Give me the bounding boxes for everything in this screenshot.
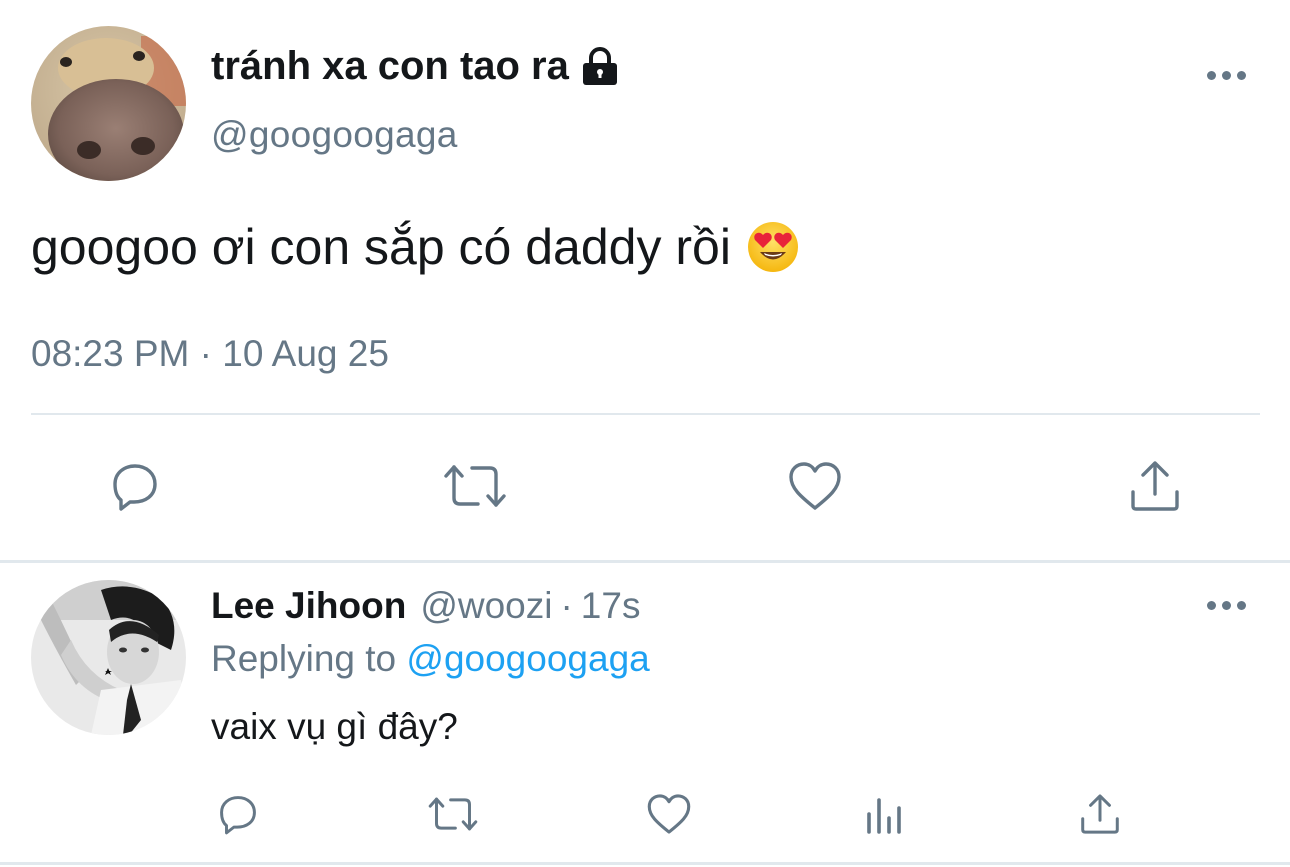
analytics-button[interactable] <box>862 795 908 839</box>
tweet-text: googoo ơi con sắp có daddy rồi <box>31 219 731 275</box>
reply-author-handle[interactable]: @woozi <box>420 585 552 627</box>
like-button[interactable] <box>644 793 694 839</box>
replying-to-link[interactable]: @googoogaga <box>406 638 649 679</box>
author-display-name[interactable]: tránh xa con tao ra <box>211 44 621 89</box>
reply-header: Lee Jihoon @woozi · 17s <box>211 585 640 627</box>
reply-time[interactable]: 17s <box>581 585 641 627</box>
reply-button[interactable] <box>214 793 262 839</box>
reply-icon <box>107 458 163 519</box>
tweet-timestamp[interactable]: 08:23 PM · 10 Aug 25 <box>31 333 389 375</box>
retweet-icon <box>440 458 510 519</box>
reply-button[interactable] <box>105 458 165 518</box>
heart-eyes-emoji-icon <box>747 221 799 273</box>
lock-icon <box>579 46 621 88</box>
divider <box>0 560 1290 563</box>
retweet-button[interactable] <box>440 458 510 518</box>
retweet-icon <box>425 792 481 841</box>
divider <box>0 862 1290 865</box>
like-button[interactable] <box>785 458 845 518</box>
share-icon <box>1127 458 1183 519</box>
replying-prefix: Replying to <box>211 638 397 679</box>
replying-to: Replying to @googoogaga <box>211 638 650 680</box>
main-avatar[interactable] <box>31 26 186 181</box>
reply-avatar[interactable] <box>31 580 186 735</box>
tweet-body: googoo ơi con sắp có daddy rồi <box>31 218 799 276</box>
share-button[interactable] <box>1125 458 1185 518</box>
heart-icon <box>786 458 844 519</box>
reply-separator: · <box>560 585 573 626</box>
share-icon <box>1078 792 1122 841</box>
share-button[interactable] <box>1077 793 1123 839</box>
divider <box>31 413 1260 415</box>
reply-icon <box>215 791 261 842</box>
more-icon[interactable] <box>1207 68 1247 82</box>
reply-text: vaix vụ gì đây? <box>211 706 458 747</box>
reply-author-name[interactable]: Lee Jihoon <box>211 585 406 627</box>
more-icon[interactable] <box>1207 598 1247 612</box>
author-name-text: tránh xa con tao ra <box>211 44 569 88</box>
analytics-icon <box>863 794 907 841</box>
author-handle[interactable]: @googoogaga <box>211 114 458 156</box>
heart-icon <box>645 791 693 842</box>
retweet-button[interactable] <box>424 793 482 839</box>
